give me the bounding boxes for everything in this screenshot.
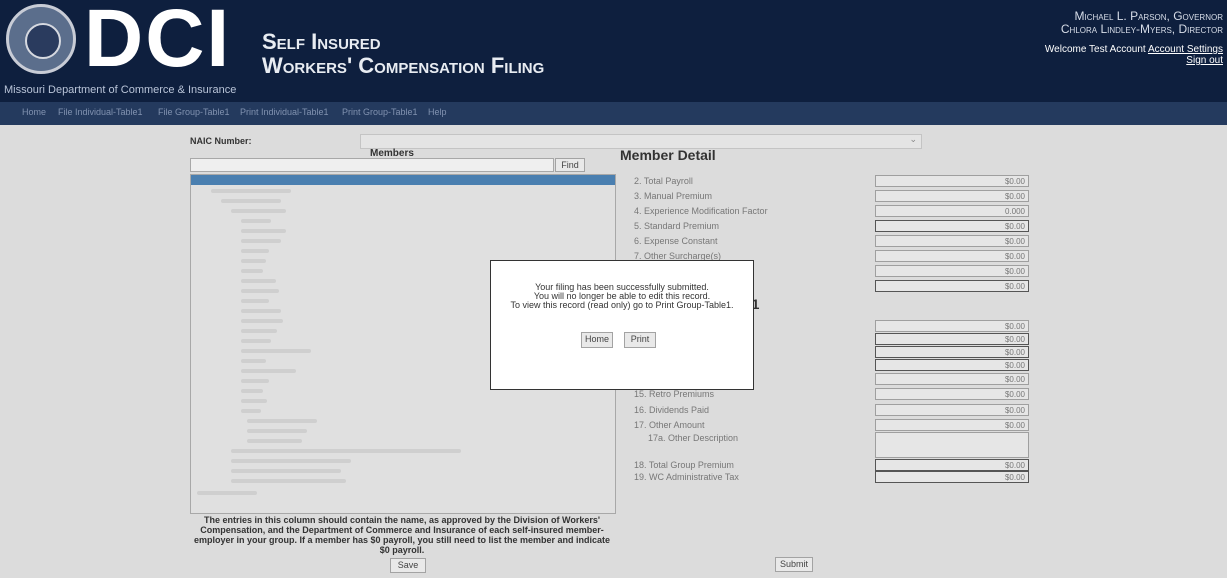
department-name: Missouri Department of Commerce & Insura…: [4, 84, 237, 96]
dialog-home-button[interactable]: Home: [581, 332, 613, 348]
field-8[interactable]: $0.00: [875, 265, 1029, 277]
other-surcharge-field[interactable]: $0.00: [875, 250, 1029, 262]
list-item[interactable]: [247, 419, 317, 423]
app-title-line2: Workers' Compensation Filing: [262, 53, 545, 78]
other-amount-label: 17. Other Amount: [634, 420, 705, 430]
list-item[interactable]: [241, 319, 283, 323]
user-area: Welcome Test Account Account Settings Si…: [1045, 44, 1223, 66]
field-13: $0.00: [875, 359, 1029, 371]
other-amount-field[interactable]: $0.00: [875, 419, 1029, 431]
dialog-print-button[interactable]: Print: [624, 332, 656, 348]
list-item[interactable]: [241, 299, 269, 303]
list-item[interactable]: [241, 379, 269, 383]
field-12: $0.00: [875, 346, 1029, 358]
list-item[interactable]: [241, 389, 263, 393]
list-item[interactable]: [241, 399, 267, 403]
state-seal-logo: [6, 4, 76, 74]
account-settings-link[interactable]: Account Settings: [1148, 44, 1223, 55]
nav-help[interactable]: Help: [428, 107, 447, 117]
welcome-text: Welcome Test Account: [1044, 44, 1146, 55]
retro-premiums-label: 15. Retro Premiums: [634, 389, 715, 399]
naic-label: NAIC Number:: [190, 136, 252, 146]
experience-mod-label: 4. Experience Modification Factor: [634, 206, 768, 216]
list-item[interactable]: [241, 229, 286, 233]
officials: Michael L. Parson, Governor Chlora Lindl…: [1061, 10, 1223, 36]
nav-file-individual[interactable]: File Individual-Table1: [58, 107, 143, 117]
list-item[interactable]: [241, 329, 277, 333]
total-payroll-field[interactable]: $0.00: [875, 175, 1029, 187]
list-item[interactable]: [241, 409, 261, 413]
app-title-line1: Self Insured: [262, 29, 381, 54]
nav-home[interactable]: Home: [22, 107, 46, 117]
submit-button[interactable]: Submit: [775, 557, 813, 572]
list-item[interactable]: [241, 339, 271, 343]
dividends-paid-field[interactable]: $0.00: [875, 404, 1029, 416]
list-item[interactable]: [241, 219, 271, 223]
list-item[interactable]: [211, 189, 291, 193]
welcome-line: Welcome Test Account Account Settings: [1045, 44, 1223, 55]
field-14[interactable]: $0.00: [875, 373, 1029, 385]
list-item[interactable]: [241, 259, 266, 263]
header: DCI Missouri Department of Commerce & In…: [0, 0, 1227, 102]
total-group-premium-field: $0.00: [875, 459, 1029, 471]
experience-mod-field[interactable]: 0.000: [875, 205, 1029, 217]
total-payroll-label: 2. Total Payroll: [634, 176, 693, 186]
wc-admin-tax-field: $0.00: [875, 471, 1029, 483]
list-item[interactable]: [231, 209, 286, 213]
dialog-message: Your filing has been successfully submit…: [491, 283, 753, 310]
member-detail-title: Member Detail: [620, 147, 716, 163]
dividends-paid-label: 16. Dividends Paid: [634, 405, 710, 415]
other-description-label: 17a. Other Description: [648, 433, 739, 443]
manual-premium-label: 3. Manual Premium: [634, 191, 713, 201]
chevron-down-icon: ⌄: [909, 134, 917, 144]
list-item[interactable]: [241, 349, 311, 353]
members-note: The entries in this column should contai…: [193, 515, 611, 555]
manual-premium-field[interactable]: $0.00: [875, 190, 1029, 202]
director-name: Chlora Lindley-Myers, Director: [1060, 22, 1223, 36]
field-10[interactable]: $0.00: [875, 320, 1029, 332]
list-item[interactable]: [241, 369, 296, 373]
dci-logo: DCI: [84, 0, 232, 84]
standard-premium-label: 5. Standard Premium: [634, 221, 720, 231]
total-group-premium-label: 18. Total Group Premium: [634, 460, 734, 470]
other-description-field[interactable]: [875, 432, 1029, 458]
nav-print-individual[interactable]: Print Individual-Table1: [240, 107, 329, 117]
list-item[interactable]: [197, 491, 257, 495]
list-item[interactable]: [221, 199, 281, 203]
retro-premiums-field[interactable]: $0.00: [875, 388, 1029, 400]
field-9: $0.00: [875, 280, 1029, 292]
nav-bar: Home File Individual-Table1 File Group-T…: [0, 102, 1227, 125]
standard-premium-field: $0.00: [875, 220, 1029, 232]
save-button[interactable]: Save: [390, 558, 426, 573]
nav-file-group[interactable]: File Group-Table1: [158, 107, 230, 117]
list-item[interactable]: [241, 309, 281, 313]
list-item[interactable]: [247, 439, 302, 443]
list-item[interactable]: [241, 359, 266, 363]
member-search-input[interactable]: [190, 158, 554, 172]
list-item[interactable]: [231, 459, 351, 463]
app-title: Self Insured Workers' Compensation Filin…: [262, 30, 544, 78]
list-item[interactable]: [231, 449, 461, 453]
list-item[interactable]: [241, 279, 276, 283]
list-item[interactable]: [241, 269, 263, 273]
selected-member-row[interactable]: [191, 175, 615, 185]
list-item[interactable]: [241, 249, 269, 253]
list-item[interactable]: [241, 289, 279, 293]
field-11: $0.00: [875, 333, 1029, 345]
wc-admin-tax-label: 19. WC Administrative Tax: [634, 472, 739, 482]
expense-constant-label: 6. Expense Constant: [634, 236, 718, 246]
success-dialog: Your filing has been successfully submit…: [490, 260, 754, 390]
expense-constant-field[interactable]: $0.00: [875, 235, 1029, 247]
list-item[interactable]: [241, 239, 281, 243]
list-item[interactable]: [231, 469, 341, 473]
list-item[interactable]: [247, 429, 307, 433]
sign-out-link[interactable]: Sign out: [1186, 55, 1223, 66]
list-item[interactable]: [231, 479, 346, 483]
dialog-line-3: To view this record (read only) go to Pr…: [510, 300, 734, 310]
nav-print-group[interactable]: Print Group-Table1: [342, 107, 418, 117]
find-button[interactable]: Find: [555, 158, 585, 172]
